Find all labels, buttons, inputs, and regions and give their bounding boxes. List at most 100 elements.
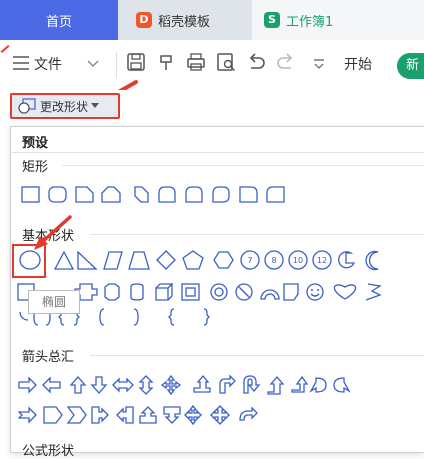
block-arc-shape <box>260 289 280 300</box>
can-shape <box>130 283 144 301</box>
smiley-face-shape <box>306 283 324 301</box>
format-painter-icon[interactable] <box>156 52 178 74</box>
change-shape-label: 更改形状 <box>40 99 89 114</box>
heptagon-number: 7 <box>247 256 252 265</box>
trapezoid-shape <box>128 251 150 270</box>
docer-icon: D <box>136 12 152 28</box>
change-shape-button[interactable]: 更改形状 <box>10 93 120 119</box>
chord-shape <box>365 250 379 271</box>
quad-arrow-shape <box>160 374 182 396</box>
tab-workbook[interactable]: S 工作簿1 <box>252 0 424 40</box>
round-diagonal-rectangle-shape <box>212 186 230 203</box>
cube-shape <box>155 283 174 301</box>
tab-docer-label: 稻壳模板 <box>158 14 211 30</box>
bent-arrow-shape <box>219 374 236 394</box>
arrow-shapes-row-2 <box>18 404 258 426</box>
curved-left-arrow-shape <box>333 377 351 393</box>
plaque-shape <box>104 283 120 301</box>
toolbar: 文件 开始 新 <box>0 40 424 90</box>
right-bracket-shape <box>133 308 139 326</box>
tab-home-label: 首页 <box>45 14 72 30</box>
lightning-shape <box>365 283 382 301</box>
decagon-number: 10 <box>293 256 303 265</box>
customize-toolbar-icon[interactable] <box>312 56 334 78</box>
down-arrow-shape <box>90 376 108 394</box>
snip-same-side-rectangle-shape <box>101 186 121 203</box>
no-symbol-slash <box>238 286 250 298</box>
round-corner-rectangle-shape <box>239 186 258 203</box>
up-arrow-shape <box>69 376 87 394</box>
donut-shape <box>210 283 228 301</box>
up-arrow-callout-shape <box>139 406 157 424</box>
round-snip-rectangle-shape <box>158 186 176 203</box>
dodecagon-number: 12 <box>317 256 327 265</box>
heart-shape <box>333 284 357 300</box>
bent-up-arrow-shape <box>291 375 309 393</box>
pentagon-arrow-shape <box>43 406 63 424</box>
section-rect-divider <box>62 165 424 166</box>
rectangle-shape <box>21 186 40 203</box>
tab-bar: 首页 D 稻壳模板 S 工作簿1 <box>0 0 424 40</box>
u-turn-arrow-shape <box>243 375 261 394</box>
basic-shapes-row-1: 7 8 10 12 <box>19 250 379 271</box>
triangle-shape <box>53 250 75 270</box>
tab-docer[interactable]: D 稻壳模板 <box>120 0 256 40</box>
parallelogram-shape <box>103 251 123 270</box>
round-same-side-rectangle-shape <box>185 186 203 203</box>
pentagon-shape <box>182 250 204 270</box>
start-tab[interactable]: 开始 <box>344 54 372 74</box>
left-brace-shape <box>168 308 175 326</box>
folded-corner-shape <box>283 283 299 301</box>
new-button-label: 新 <box>406 58 420 73</box>
snip-corner-rectangle-shape <box>75 186 94 203</box>
left-right-up-arrow-callout-shape <box>210 405 230 425</box>
left-arrow-callout-shape <box>116 406 134 424</box>
smiley-mouth <box>310 293 320 297</box>
bevel-shape <box>181 283 200 301</box>
diamond-shape <box>156 250 176 270</box>
right-arrow-shape <box>18 376 37 394</box>
save-icon[interactable] <box>126 52 148 74</box>
up-down-arrow-shape <box>138 375 154 395</box>
round-single-corner-shape <box>266 186 285 203</box>
print-preview-icon[interactable] <box>216 52 238 74</box>
redo-icon[interactable] <box>276 52 298 74</box>
toolbar-divider <box>116 52 117 78</box>
rounded-rectangle-shape <box>48 186 67 203</box>
right-brace-shape <box>203 308 210 326</box>
chevron-down-icon[interactable] <box>86 56 108 78</box>
hamburger-menu-icon[interactable] <box>12 55 34 77</box>
left-right-arrow-shape <box>112 377 134 393</box>
rect-shapes-row <box>21 186 285 203</box>
right-triangle-shape <box>77 250 98 270</box>
oval-tooltip: 椭圆 <box>28 290 80 314</box>
new-button[interactable]: 新 <box>397 53 424 79</box>
quad-arrow-callout-shape <box>184 404 202 426</box>
print-icon[interactable] <box>186 52 208 74</box>
pie-shape <box>338 251 356 269</box>
spreadsheet-icon: S <box>264 12 280 28</box>
donut-inner <box>214 287 224 297</box>
arrow-shapes-row-1 <box>18 374 351 396</box>
left-arrow-shape <box>42 376 61 394</box>
octagon-number: 8 <box>271 256 276 265</box>
arc-shape <box>19 311 29 321</box>
tab-home[interactable]: 首页 <box>0 0 118 40</box>
snip-diagonal-rectangle-shape <box>134 186 149 203</box>
curved-right-arrow-shape <box>309 377 327 393</box>
oval-tooltip-text: 椭圆 <box>41 295 66 309</box>
section-basic-divider <box>90 234 424 235</box>
bevel-inner <box>185 287 196 297</box>
left-right-up-arrow-shape <box>193 374 211 393</box>
file-menu-label[interactable]: 文件 <box>34 54 62 74</box>
undo-icon[interactable] <box>246 52 268 74</box>
left-up-arrow-shape <box>267 376 285 395</box>
section-arrows-heading: 箭头总汇 <box>22 350 75 365</box>
annotation-arrow-stub <box>0 45 10 53</box>
dropdown-arrow-icon <box>91 103 100 108</box>
oval-shape[interactable] <box>19 250 41 270</box>
preset-divider <box>10 152 424 153</box>
left-bracket-shape <box>99 308 105 326</box>
notched-right-arrow-shape <box>18 406 37 424</box>
section-formula-heading: 公式形状 <box>22 444 75 459</box>
